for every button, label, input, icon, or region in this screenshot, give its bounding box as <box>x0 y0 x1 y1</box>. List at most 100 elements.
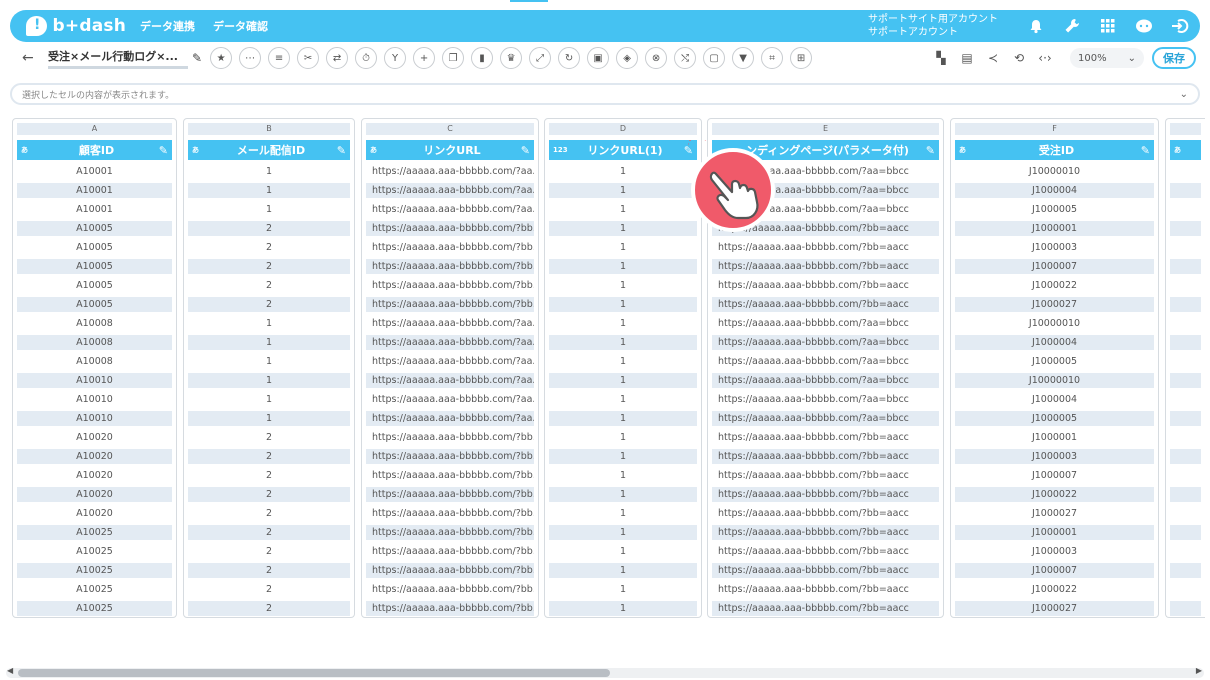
grid-cell[interactable]: https://aaaaa.aaa-bbbbb.com/?bb=aacc <box>712 449 939 464</box>
grid-cell[interactable]: 1 <box>549 373 697 388</box>
grid-cell[interactable] <box>1170 411 1201 426</box>
grid-cell[interactable]: 2 <box>188 449 350 464</box>
grid-cell[interactable]: A10008 <box>17 354 172 369</box>
grid-cell[interactable]: A10025 <box>17 544 172 559</box>
copy-icon[interactable]: ❐ <box>442 47 465 69</box>
lock-icon[interactable]: ▣ <box>587 47 610 69</box>
grid-cell[interactable]: https://aaaaa.aaa-bbbbb.com/?bb... <box>366 297 534 312</box>
grid-icon[interactable] <box>1098 16 1118 36</box>
expand-icon[interactable]: ⤢ <box>529 47 552 69</box>
logo[interactable]: b+dash <box>26 16 126 36</box>
grid-cell[interactable] <box>1170 468 1201 483</box>
grid-cell[interactable]: 1 <box>188 373 350 388</box>
grid-cell[interactable]: https://aaaaa.aaa-bbbbb.com/?bb=aacc <box>712 468 939 483</box>
column-header[interactable]: 123 リンクURL(1) ✎ <box>549 140 697 160</box>
document-title[interactable]: 受注×メール行動ログ×... <box>48 48 188 69</box>
column-header[interactable]: あ 顧客ID ✎ <box>17 140 172 160</box>
text-icon[interactable]: ≡ <box>268 47 291 69</box>
grid-cell[interactable]: A10005 <box>17 278 172 293</box>
grid-cell[interactable] <box>1170 392 1201 407</box>
grid-cell[interactable]: 1 <box>549 392 697 407</box>
cut-icon[interactable]: ✂ <box>297 47 320 69</box>
grid-cell[interactable] <box>1170 601 1201 616</box>
nav-data-view[interactable]: データ確認 <box>213 18 268 34</box>
grid-cell[interactable]: A10020 <box>17 468 172 483</box>
grid-cell[interactable]: https://aaaaa.aaa-bbbbb.com/?aa=bbcc <box>712 335 939 350</box>
grid-cell[interactable] <box>1170 259 1201 274</box>
zoom-select[interactable]: 100% ⌄ <box>1070 48 1144 68</box>
grid-cell[interactable]: https://aaaaa.aaa-bbbbb.com/?bb... <box>366 563 534 578</box>
grid-cell[interactable]: https://aaaaa.aaa-bbbbb.com/?bb... <box>366 430 534 445</box>
grid-cell[interactable]: J1000001 <box>955 221 1154 236</box>
grid-cell[interactable]: 2 <box>188 259 350 274</box>
grid-cell[interactable]: 2 <box>188 240 350 255</box>
account-info[interactable]: サポートサイト用アカウント サポートアカウント <box>868 13 998 39</box>
grid-cell[interactable]: J10000010 <box>955 316 1154 331</box>
grid-cell[interactable]: https://aaaaa.aaa-bbbbb.com/?bb... <box>366 487 534 502</box>
grid-cell[interactable]: 1 <box>549 164 697 179</box>
crown-icon[interactable]: ♛ <box>500 47 523 69</box>
grid-cell[interactable]: J1000027 <box>955 601 1154 616</box>
grid-cell[interactable]: 1 <box>549 278 697 293</box>
code-icon[interactable]: ‹·› <box>1036 49 1054 67</box>
grid-cell[interactable] <box>1170 202 1201 217</box>
grid-cell[interactable]: https://aaaaa.aaa-bbbbb.com/?aa... <box>366 373 534 388</box>
grid-cell[interactable]: https://aaaaa.aaa-bbbbb.com/?bb... <box>366 506 534 521</box>
grid-cell[interactable]: https://aaaaa.aaa-bbbbb.com/?aa=bbcc <box>712 411 939 426</box>
grid-cell[interactable] <box>1170 544 1201 559</box>
grid-cell[interactable]: 1 <box>549 468 697 483</box>
grid-cell[interactable]: https://aaaaa.aaa-bbbbb.com/?bb... <box>366 449 534 464</box>
grid-cell[interactable]: J1000004 <box>955 183 1154 198</box>
grid-cell[interactable]: J1000005 <box>955 411 1154 426</box>
grid-cell[interactable]: J1000027 <box>955 506 1154 521</box>
grid-cell[interactable]: https://aaaaa.aaa-bbbbb.com/?aa... <box>366 183 534 198</box>
grid-cell[interactable]: 1 <box>549 259 697 274</box>
filter-icon[interactable]: ▼ <box>732 47 755 69</box>
grid-cell[interactable]: https://aaaaa.aaa-bbbbb.com/?bb=aacc <box>712 259 939 274</box>
merge-icon[interactable]: ⇄ <box>326 47 349 69</box>
timer-icon[interactable]: ⏱ <box>355 47 378 69</box>
grid-cell[interactable]: A10005 <box>17 240 172 255</box>
grid-cell[interactable]: J1000022 <box>955 582 1154 597</box>
trash-icon[interactable]: ▮ <box>471 47 494 69</box>
column-header[interactable]: あ メール配信ID ✎ <box>188 140 350 160</box>
grid-cell[interactable]: https://aaaaa.aaa-bbbbb.com/?aa=bbcc <box>712 392 939 407</box>
grid-cell[interactable]: https://aaaaa.aaa-bbbbb.com/?aa... <box>366 335 534 350</box>
grid-cell[interactable]: A10025 <box>17 601 172 616</box>
grid-cell[interactable]: 2 <box>188 544 350 559</box>
shuffle-icon[interactable]: ⤭ <box>674 47 697 69</box>
more-icon[interactable]: ⋯ <box>239 47 262 69</box>
grid-cell[interactable] <box>1170 278 1201 293</box>
refresh-icon[interactable]: ↻ <box>558 47 581 69</box>
grid-cell[interactable]: https://aaaaa.aaa-bbbbb.com/?bb=aacc <box>712 544 939 559</box>
grid-cell[interactable]: https://aaaaa.aaa-bbbbb.com/?bb... <box>366 525 534 540</box>
grid-cell[interactable]: 1 <box>549 240 697 255</box>
grid-cell[interactable]: 1 <box>188 183 350 198</box>
branch-icon[interactable]: Y <box>384 47 407 69</box>
grid-cell[interactable] <box>1170 449 1201 464</box>
grid-cell[interactable]: 2 <box>188 525 350 540</box>
cell-content-bar[interactable]: 選択したセルの内容が表示されます。 ⌄ <box>10 83 1200 105</box>
grid-cell[interactable] <box>1170 487 1201 502</box>
grid-cell[interactable]: https://aaaaa.aaa-bbbbb.com/?bb=aacc <box>712 487 939 502</box>
grid-cell[interactable]: https://aaaaa.aaa-bbbbb.com/?aa=bbcc <box>712 373 939 388</box>
grid-cell[interactable] <box>1170 316 1201 331</box>
grid-cell[interactable]: https://aaaaa.aaa-bbbbb.com/?bb=aacc <box>712 240 939 255</box>
grid-cell[interactable]: J1000022 <box>955 487 1154 502</box>
grid-cell[interactable]: 2 <box>188 278 350 293</box>
grid-cell[interactable]: 2 <box>188 487 350 502</box>
grid-cell[interactable]: https://aaaaa.aaa-bbbbb.com/?aa... <box>366 392 534 407</box>
grid-cell[interactable]: 1 <box>549 202 697 217</box>
grid-cell[interactable]: 1 <box>549 316 697 331</box>
grid-cell[interactable]: https://aaaaa.aaa-bbbbb.com/?bb... <box>366 544 534 559</box>
grid-cell[interactable]: https://aaaaa.aaa-bbbbb.com/?aa... <box>366 316 534 331</box>
grid-cell[interactable]: https://aaaaa.aaa-bbbbb.com/?bb=aacc <box>712 525 939 540</box>
grid-cell[interactable]: https://aaaaa.aaa-bbbbb.com/?bb=aacc <box>712 430 939 445</box>
grid-cell[interactable]: https://aaaaa.aaa-bbbbb.com/?bb=aacc <box>712 582 939 597</box>
group-icon[interactable]: ⌗ <box>761 47 784 69</box>
pencil-icon[interactable]: ✎ <box>518 144 530 157</box>
history-icon[interactable]: ⟲ <box>1010 49 1028 67</box>
grid-cell[interactable]: A10005 <box>17 221 172 236</box>
grid-cell[interactable]: 1 <box>549 582 697 597</box>
grid-cell[interactable]: 1 <box>188 316 350 331</box>
